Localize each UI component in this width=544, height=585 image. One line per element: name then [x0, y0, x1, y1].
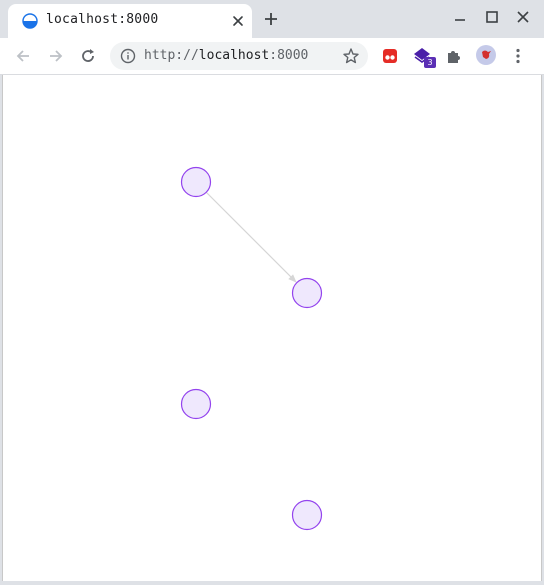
avatar[interactable] [476, 45, 496, 65]
url-host: localhost [198, 48, 270, 63]
close-icon[interactable] [230, 13, 246, 29]
window-bottom-edge [0, 581, 544, 585]
minimize-icon[interactable] [451, 8, 469, 26]
tab-title: localhost:8000 [46, 12, 159, 27]
arrow-left-icon[interactable] [13, 46, 33, 66]
puzzle-icon[interactable] [444, 46, 464, 66]
plus-icon[interactable] [262, 10, 280, 28]
url-port: :8000 [269, 48, 309, 63]
half-filled-circle-icon [22, 13, 38, 29]
toolbar: http://localhost:8000 [0, 38, 544, 75]
tab-strip: localhost:8000 [0, 0, 544, 38]
page-viewport [2, 75, 542, 581]
graph-node-d[interactable] [291, 499, 323, 531]
arrow-right-icon[interactable] [46, 46, 66, 66]
graph-canvas [180, 166, 323, 531]
window-close-icon[interactable] [514, 8, 532, 26]
extension-badge: 3 [424, 57, 436, 68]
graph-edge [205, 191, 297, 283]
red-extension-icon[interactable] [380, 46, 400, 66]
graph-node-c[interactable] [180, 388, 212, 420]
graph-node-b[interactable] [291, 277, 323, 309]
profile-bird-icon [482, 50, 491, 59]
graph-node-a[interactable] [180, 166, 212, 198]
kebab-menu-icon[interactable] [508, 46, 528, 66]
url-text[interactable]: http://localhost:8000 [144, 48, 308, 63]
url-scheme: http:// [144, 48, 199, 63]
browser-window: localhost:8000 http://localhost:8000 3 [0, 0, 544, 585]
reload-icon[interactable] [78, 46, 98, 66]
tab-localhost[interactable]: localhost:8000 [8, 4, 252, 38]
maximize-icon[interactable] [483, 8, 501, 26]
address-bar[interactable]: http://localhost:8000 [110, 42, 368, 70]
star-icon[interactable] [342, 47, 360, 65]
info-icon[interactable] [120, 48, 136, 64]
